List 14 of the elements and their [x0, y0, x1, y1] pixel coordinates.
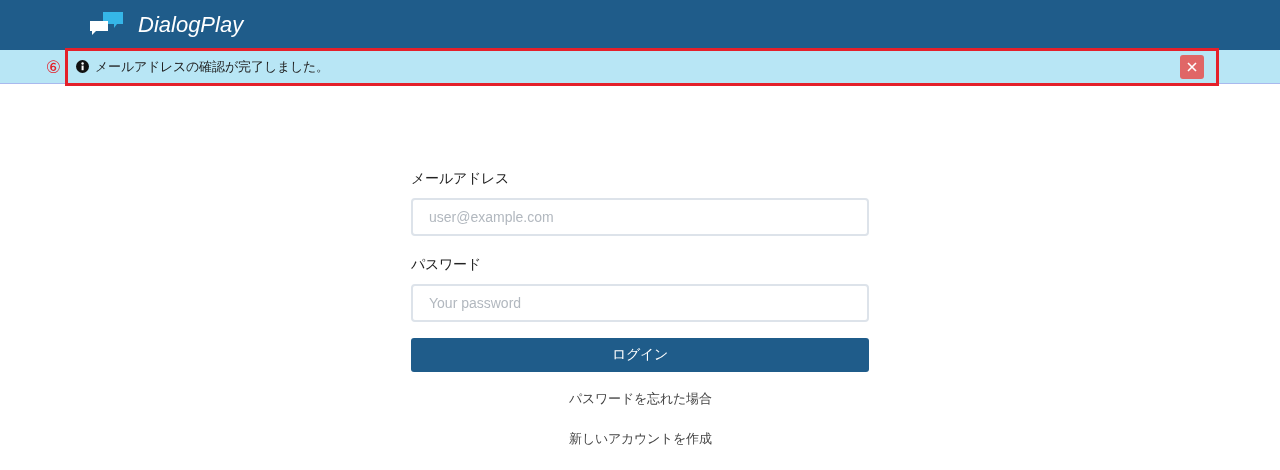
- field-label: パスワード: [411, 256, 482, 274]
- link[interactable]: 新しいアカウントを作成: [568, 430, 712, 448]
- close-button[interactable]: [1180, 54, 1204, 79]
- alert-message: メールアドレスの確認が完了しました。: [95, 57, 329, 76]
- info-icon: [76, 60, 89, 73]
- callout-number: ⑥: [44, 56, 62, 77]
- link[interactable]: パスワードを忘れた場合: [568, 390, 712, 408]
- close-icon: [1187, 61, 1197, 72]
- login-button[interactable]: ログイン: [411, 338, 869, 372]
- app-title: DialogPlay: [138, 12, 244, 38]
- chat-bubbles-icon: [90, 12, 124, 38]
- field-label: メールアドレス: [411, 170, 510, 188]
- input-field[interactable]: user@example.com: [411, 198, 869, 236]
- input-field[interactable]: Your password: [411, 284, 869, 322]
